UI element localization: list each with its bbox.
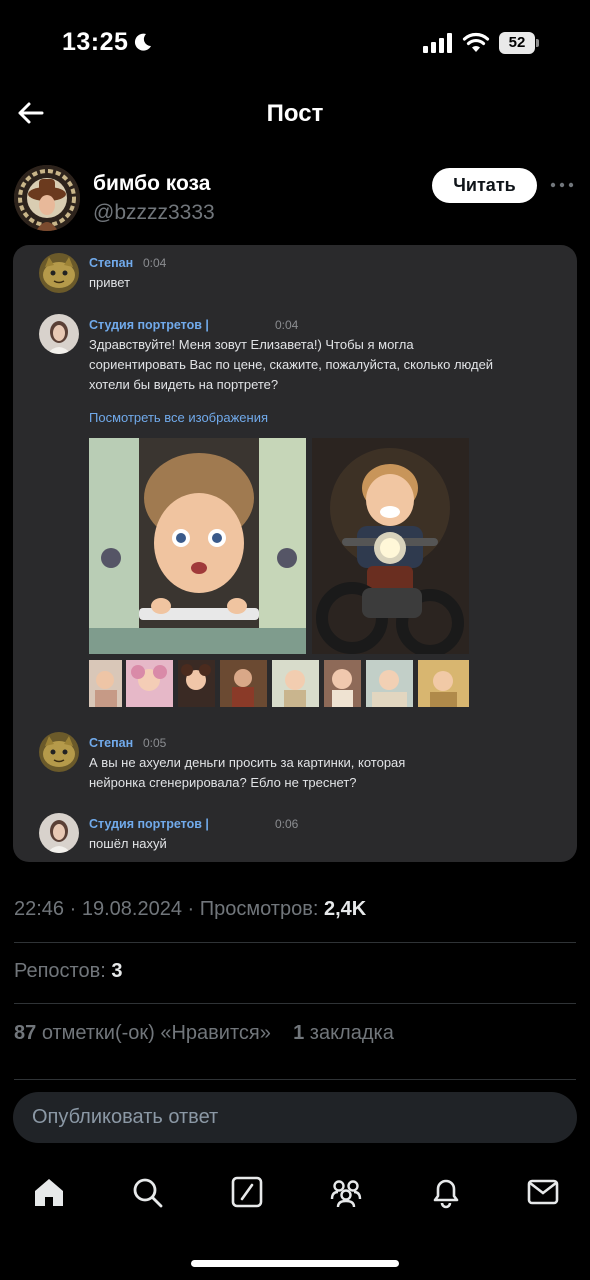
divider [14,942,576,943]
views-count: 2,4K [323,898,367,920]
home-indicator [191,1260,399,1267]
status-bar: 13:25 52 [0,0,590,82]
thumbnail-3[interactable] [178,660,215,707]
thumbnail-4[interactable] [220,660,267,707]
likes-bookmarks-row: 87 отметки(-ок) «Нравится» 1 закладка [14,1022,394,1045]
wifi-icon [462,32,490,52]
author-handle[interactable]: @bzzzz3333 [93,201,215,225]
thumbnail-7[interactable] [366,660,413,707]
communities-icon[interactable] [329,1175,363,1209]
battery-icon: 52 [499,32,539,54]
post-timestamp-views: 22:46 · 19.08.2024 · Просмотров: 2,4K [14,898,367,920]
thumbnail-6[interactable] [324,660,361,707]
author-name[interactable]: бимбо коза [93,172,210,196]
thumbnail-8[interactable] [418,660,469,707]
compose-icon[interactable] [230,1175,264,1209]
post-time: 22:46 [14,898,65,920]
msg-1-text: привет [89,275,131,290]
view-all-images-link[interactable]: Посмотреть все изображения [89,410,268,425]
bookmarks-label: закладка [309,1022,394,1044]
cat-avatar [39,253,79,293]
cat-avatar [39,732,79,772]
signal-icon [423,33,452,53]
reply-placeholder: Опубликовать ответ [32,1106,219,1128]
author-avatar[interactable] [14,165,80,231]
follow-button[interactable]: Читать [432,168,537,203]
page-title: Пост [266,100,324,127]
bookmarks-stat[interactable]: 1 закладка [293,1022,394,1044]
msg-4-author: Студия портретов | [89,817,209,831]
portrait-child-window-image[interactable] [89,438,306,654]
msg-4-time: 0:06 [275,817,299,831]
moon-icon [134,33,151,51]
messages-icon[interactable] [526,1175,560,1209]
status-time: 13:25 [62,28,129,56]
msg-2-author: Студия портретов | [89,318,209,332]
thumbnail-strip [89,660,469,707]
reply-input[interactable]: Опубликовать ответ [13,1092,577,1143]
thumbnail-2[interactable] [126,660,173,707]
post-date: 19.08.2024 [81,898,182,920]
views-label: Просмотров: [199,898,319,920]
thumbnail-5[interactable] [272,660,319,707]
msg-2-time: 0:04 [275,318,299,332]
top-bar: Пост [0,82,590,146]
reposts-count: 3 [111,960,123,982]
studio-avatar [39,314,79,354]
search-icon[interactable] [130,1175,164,1209]
msg-3-author: Степан [89,736,134,750]
likes-count: 87 [14,1022,37,1044]
divider [14,1003,576,1004]
msg-3-time: 0:05 [143,736,167,750]
reposts-stat[interactable]: Репостов: 3 [14,960,122,983]
bookmarks-count: 1 [293,1022,305,1044]
post-image[interactable]: Степан 0:04 привет Студия портретов | 0:… [13,245,577,862]
msg-4-text: пошёл нахуй [89,836,167,851]
more-horizontal-icon[interactable] [550,176,574,194]
msg-1-time: 0:04 [143,256,167,270]
msg-1-author: Степан [89,256,134,270]
divider [14,1079,576,1080]
studio-avatar [39,813,79,853]
msg-2-text: Здравствуйте! Меня зовут Елизавета!) Что… [89,337,494,392]
battery-level: 52 [508,34,526,51]
thumbnail-1[interactable] [89,660,122,707]
portrait-child-motorcycle-image[interactable] [312,438,469,654]
msg-3-text: А вы не ахуели деньги просить за картинк… [89,755,406,790]
reposts-label: Репостов: [14,960,106,982]
home-icon[interactable] [32,1175,66,1209]
likes-label: отметки(-ок) «Нравится» [41,1022,271,1044]
notifications-icon[interactable] [429,1175,463,1209]
likes-stat[interactable]: 87 отметки(-ок) «Нравится» [14,1022,271,1044]
